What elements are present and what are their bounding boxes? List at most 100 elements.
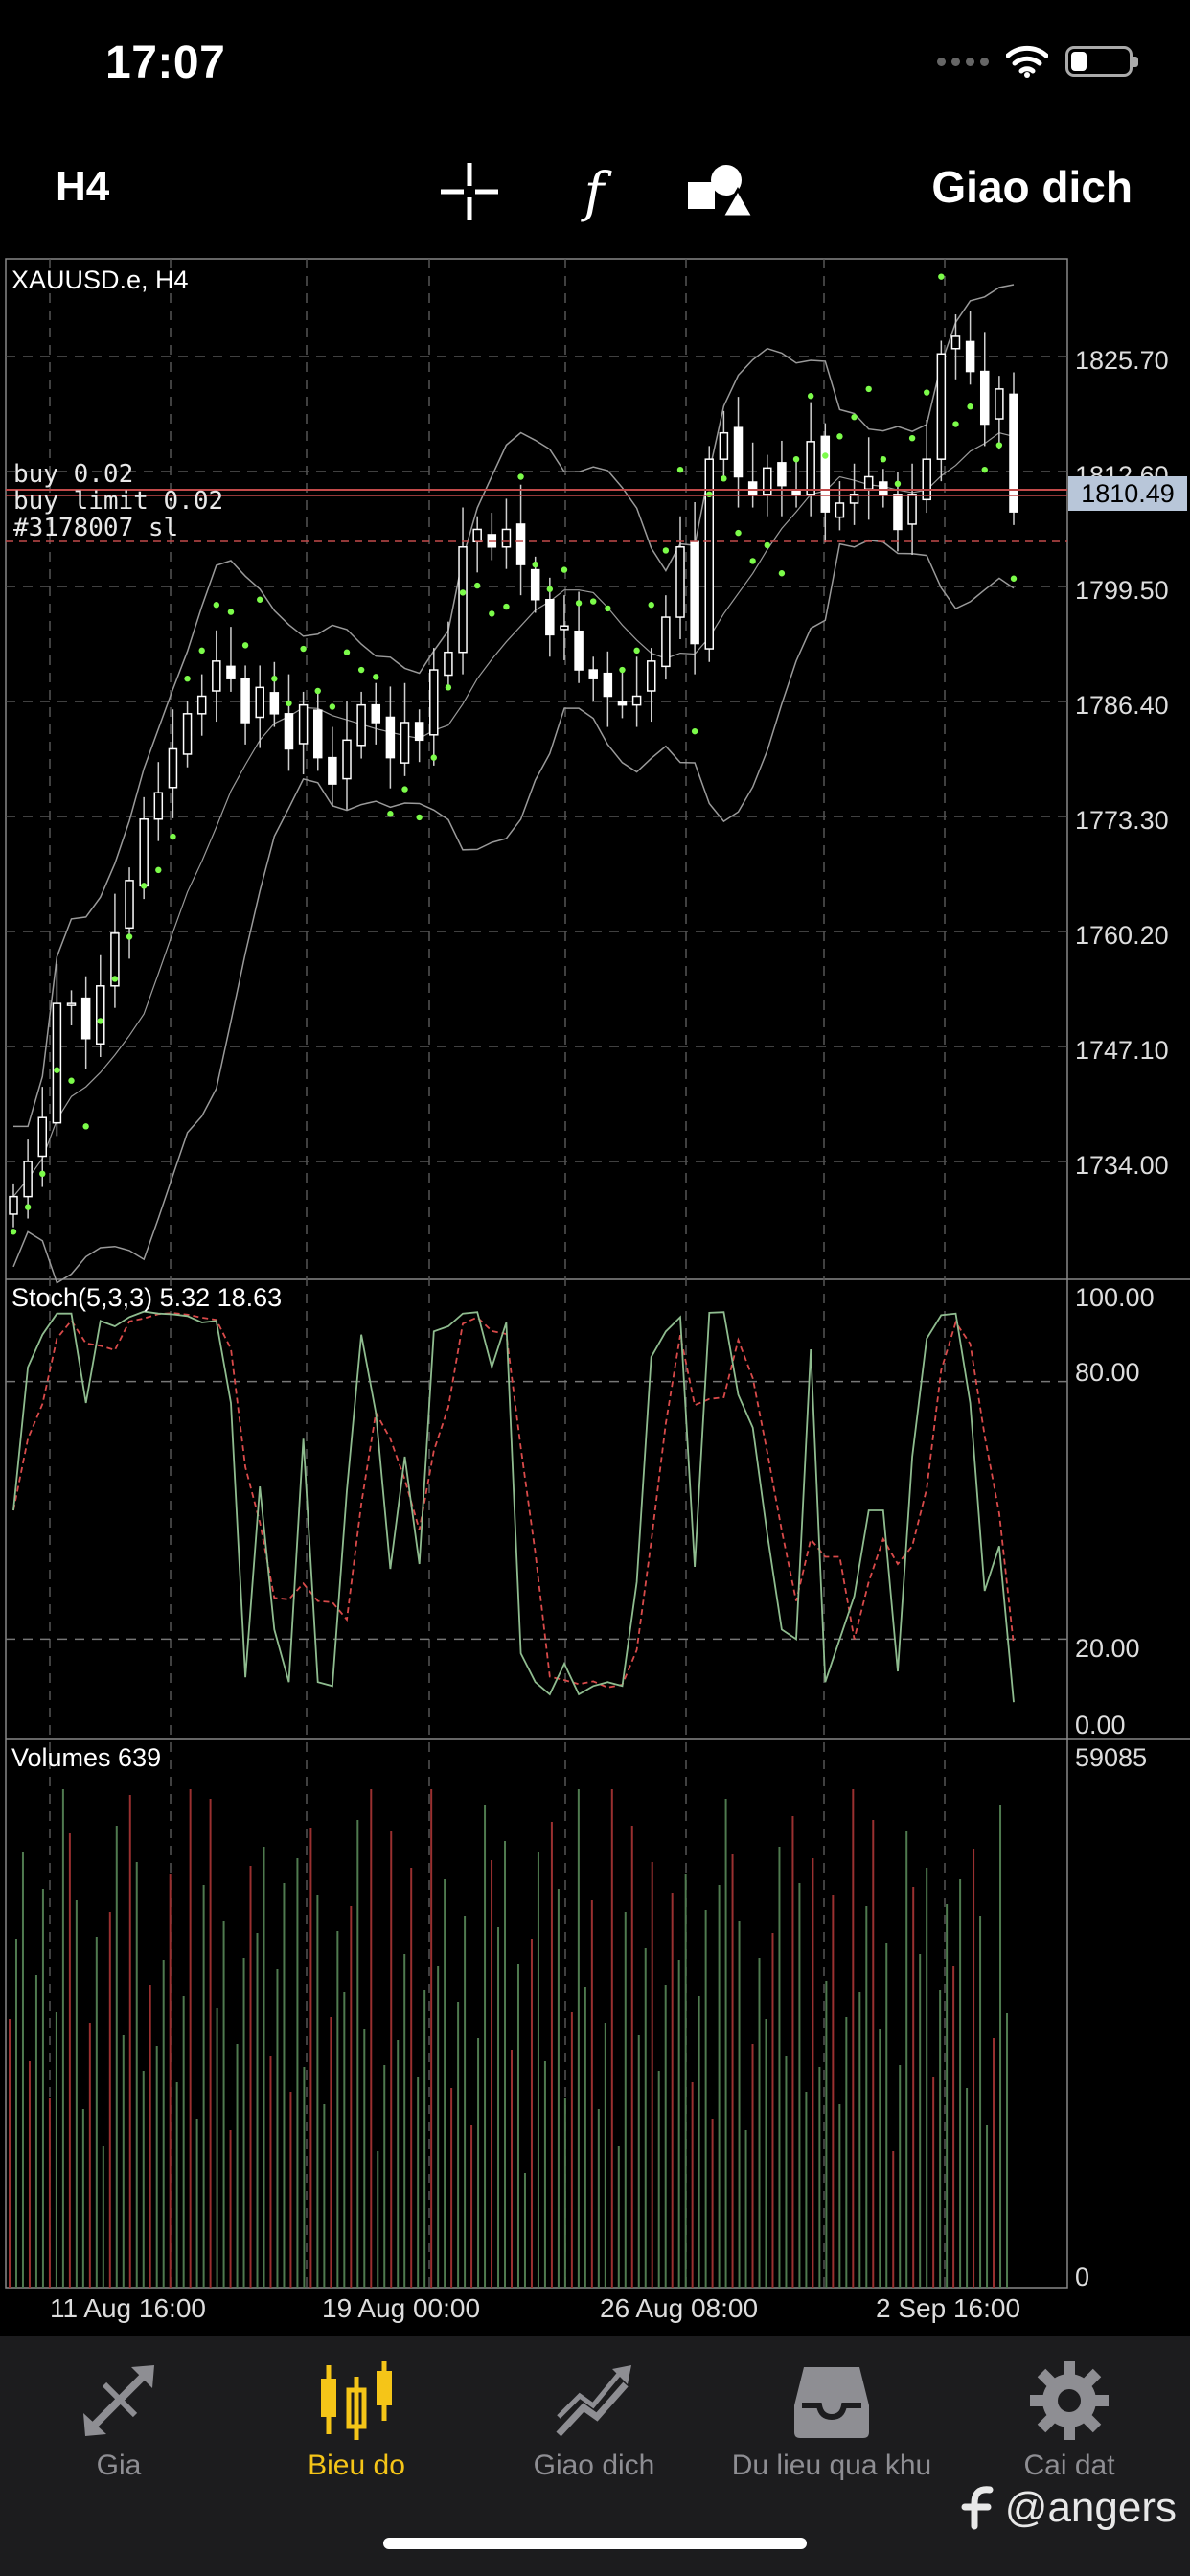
candle-bull [400,722,410,764]
candle-bear [965,340,975,373]
timeframe-button[interactable]: H4 [56,163,109,211]
function-icon[interactable]: f [563,161,625,222]
volume-label: Volumes 639 [11,1743,162,1772]
nav-label: Cai dat [1023,2450,1115,2481]
svg-text:f: f [581,162,613,222]
nav-item-chart[interactable]: Bieu do [238,2358,475,2530]
candle-bear [879,481,888,495]
wifi-icon [1006,45,1048,78]
parabolic-sar-dot [357,666,365,674]
parabolic-sar-dot [343,649,351,656]
shapes-icon[interactable] [684,161,751,222]
candle-bear [414,722,424,742]
parabolic-sar-dot [489,610,495,617]
parabolic-sar-dot [676,466,684,473]
brand-logo-icon [961,2486,994,2530]
parabolic-sar-dot [981,466,988,473]
parabolic-sar-dot [517,473,524,480]
candle-bull [675,546,685,618]
history-inbox-icon [794,2367,869,2438]
candle-bear [284,713,294,750]
status-icons [937,42,1138,80]
parabolic-sar-dot [227,609,235,615]
candle-bear [515,523,526,565]
volume-tick: 59085 [1075,1743,1148,1772]
battery-icon [1065,46,1138,77]
stoch-label: Stoch(5,3,3) 5.32 18.63 [11,1283,283,1312]
parabolic-sar-dot [633,647,640,655]
parabolic-sar-dot [880,455,887,463]
trade-button[interactable]: Giao dich [931,161,1133,213]
chart-area[interactable]: XAUUSD.e, H4 buy 0.02 buy limit 0.02 #31… [0,254,1190,2323]
parabolic-sar-dot [314,687,321,695]
candle-bear [820,435,831,513]
parabolic-sar-dot [300,645,307,653]
nav-label: Giao dich [533,2450,655,2481]
price-tick: 1760.20 [1075,921,1169,950]
candle-bear [545,598,555,636]
candle-bull [125,880,134,930]
nav-item-quotes[interactable]: Gia [0,2358,238,2530]
parabolic-sar-dot [373,674,379,680]
candle-bull [560,625,569,631]
time-tick: 26 Aug 08:00 [600,2293,759,2323]
watermark: @angers [961,2484,1177,2532]
candle-bull [950,335,961,350]
candle-bear [733,426,744,478]
candle-bull [298,703,309,745]
parabolic-sar-dot [10,1229,17,1235]
parabolic-sar-dot [662,547,670,554]
parabolic-sar-dot [126,933,133,940]
parabolic-sar-dot [749,558,756,564]
nav-item-trade[interactable]: Giao dich [475,2358,713,2530]
parabolic-sar-dot [387,811,394,817]
candle-bull [9,1195,18,1215]
parabolic-sar-dot [851,414,858,421]
parabolic-sar-dot [54,1067,60,1073]
candle-bull [196,695,207,715]
time-tick: 19 Aug 00:00 [322,2293,481,2323]
candle-bear [574,630,584,671]
price-tick: 1734.00 [1075,1151,1169,1180]
candle-bull [863,475,874,491]
parabolic-sar-dot [735,529,742,537]
parabolic-sar-dot [575,600,583,607]
candle-bull [719,431,729,460]
parabolic-sar-dot [271,675,278,682]
candle-bull [922,458,931,501]
parabolic-sar-dot [691,727,698,735]
parabolic-sar-dot [546,586,554,592]
parabolic-sar-dot [82,1123,89,1130]
nav-item-history[interactable]: Du lieu qua khu [713,2358,950,2530]
crosshair-icon[interactable] [439,161,500,222]
quotes-arrows-icon [83,2365,154,2436]
candle-bull [153,792,164,820]
parabolic-sar-dot [532,561,538,568]
candle-bull [458,546,468,654]
candle-bull [835,502,845,518]
stoch-tick: 80.00 [1075,1358,1140,1387]
parabolic-sar-dot [97,1018,103,1024]
parabolic-sar-dot [619,666,626,674]
candle-bear [617,701,628,706]
stoch-tick: 20.00 [1075,1634,1140,1663]
candle-bull [444,651,453,677]
parabolic-sar-dot [865,385,872,393]
chart-canvas[interactable] [0,254,1190,2295]
symbol-label: XAUUSD.e, H4 [11,265,189,294]
parabolic-sar-dot [140,883,148,889]
price-tick: 1747.10 [1075,1036,1169,1065]
home-indicator [383,2538,807,2549]
candle-bull [139,817,149,887]
price-tick: 1773.30 [1075,806,1169,835]
candle-bear [240,678,250,724]
gear-icon [1030,2361,1109,2440]
parabolic-sar-dot [329,703,336,710]
parabolic-sar-dot [967,403,973,410]
status-bar: 17:07 [0,0,1190,134]
candle-bear [777,462,787,487]
candle-bear [312,709,323,759]
candle-bull [472,528,482,543]
candle-bull [255,686,264,719]
parabolic-sar-dot [938,273,945,280]
